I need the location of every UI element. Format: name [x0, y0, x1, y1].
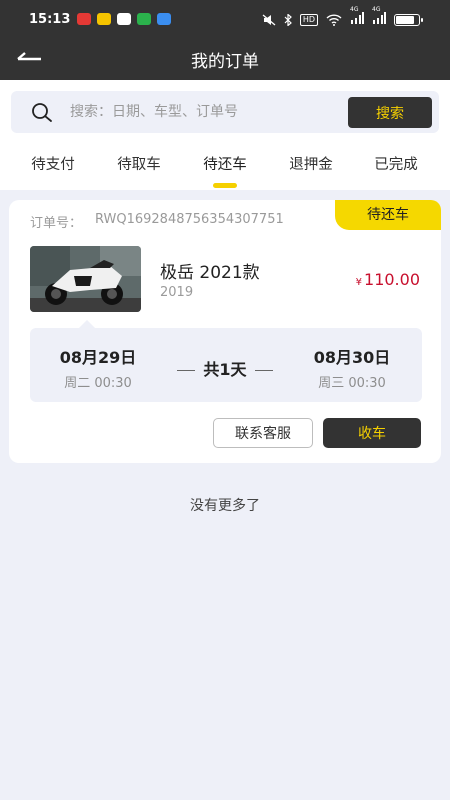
- status-time: 15:13: [29, 12, 71, 27]
- price-value: 110.00: [364, 270, 420, 289]
- tab-completed[interactable]: 已完成: [356, 153, 436, 174]
- mute-icon: [262, 14, 276, 25]
- tab-pending-pickup[interactable]: 待取车: [99, 153, 179, 174]
- app-message-icon: [137, 13, 151, 25]
- status-app-icons: [77, 13, 171, 25]
- duration-divider-left: [177, 370, 196, 371]
- order-number-label: 订单号：: [30, 216, 83, 231]
- battery-level: [396, 15, 414, 24]
- rental-duration: 共1天: [165, 356, 285, 380]
- no-more-text: 没有更多了: [190, 498, 260, 514]
- signal-bars-icon: [373, 12, 386, 24]
- start-date: 08月29日: [59, 348, 137, 367]
- active-tab-indicator: [213, 183, 237, 188]
- signal-2: 4G: [372, 6, 386, 27]
- currency-symbol: ¥: [355, 277, 363, 288]
- tab-pending-payment[interactable]: 待支付: [13, 153, 93, 174]
- app-chat-icon: [117, 13, 131, 25]
- search-icon: [32, 103, 52, 122]
- bluetooth-icon: [284, 13, 292, 26]
- tab-pending-return[interactable]: 待还车: [185, 153, 265, 174]
- status-bar: 15:13 HD 4G 4G: [0, 0, 450, 38]
- return-vehicle-button[interactable]: 收车: [323, 418, 421, 448]
- hd-badge: HD: [299, 13, 318, 26]
- wifi-icon: [326, 13, 342, 26]
- motorcycle-thumbnail: [30, 246, 141, 312]
- battery-icon: [394, 13, 423, 26]
- page-title: 我的订单: [191, 52, 259, 72]
- signal-bars-icon: [351, 12, 364, 24]
- status-indicators: HD 4G 4G: [262, 6, 423, 27]
- order-price: ¥110.00: [356, 270, 420, 289]
- end-date: 08月30日: [313, 348, 391, 367]
- top-bar: 15:13 HD 4G 4G 我的订单: [0, 0, 450, 80]
- app-meituan-icon: [97, 13, 111, 25]
- search-button[interactable]: 搜索: [348, 97, 432, 128]
- app-red-icon: [77, 13, 91, 25]
- order-number: RWQ1692848756354307751: [95, 212, 284, 227]
- end-time: 周三 00:30: [318, 376, 386, 391]
- tab-deposit-refund[interactable]: 退押金: [271, 153, 351, 174]
- app-blue-icon: [157, 13, 171, 25]
- vehicle-model-name: 极岳 2021款: [160, 263, 260, 283]
- vehicle-model-year: 2019: [160, 285, 194, 300]
- signal-1: 4G: [350, 6, 364, 27]
- search-input[interactable]: [70, 98, 330, 126]
- order-status-badge: 待还车: [335, 200, 441, 230]
- start-time: 周二 00:30: [64, 376, 132, 391]
- duration-divider-right: [254, 370, 273, 371]
- contact-support-button[interactable]: 联系客服: [213, 418, 313, 448]
